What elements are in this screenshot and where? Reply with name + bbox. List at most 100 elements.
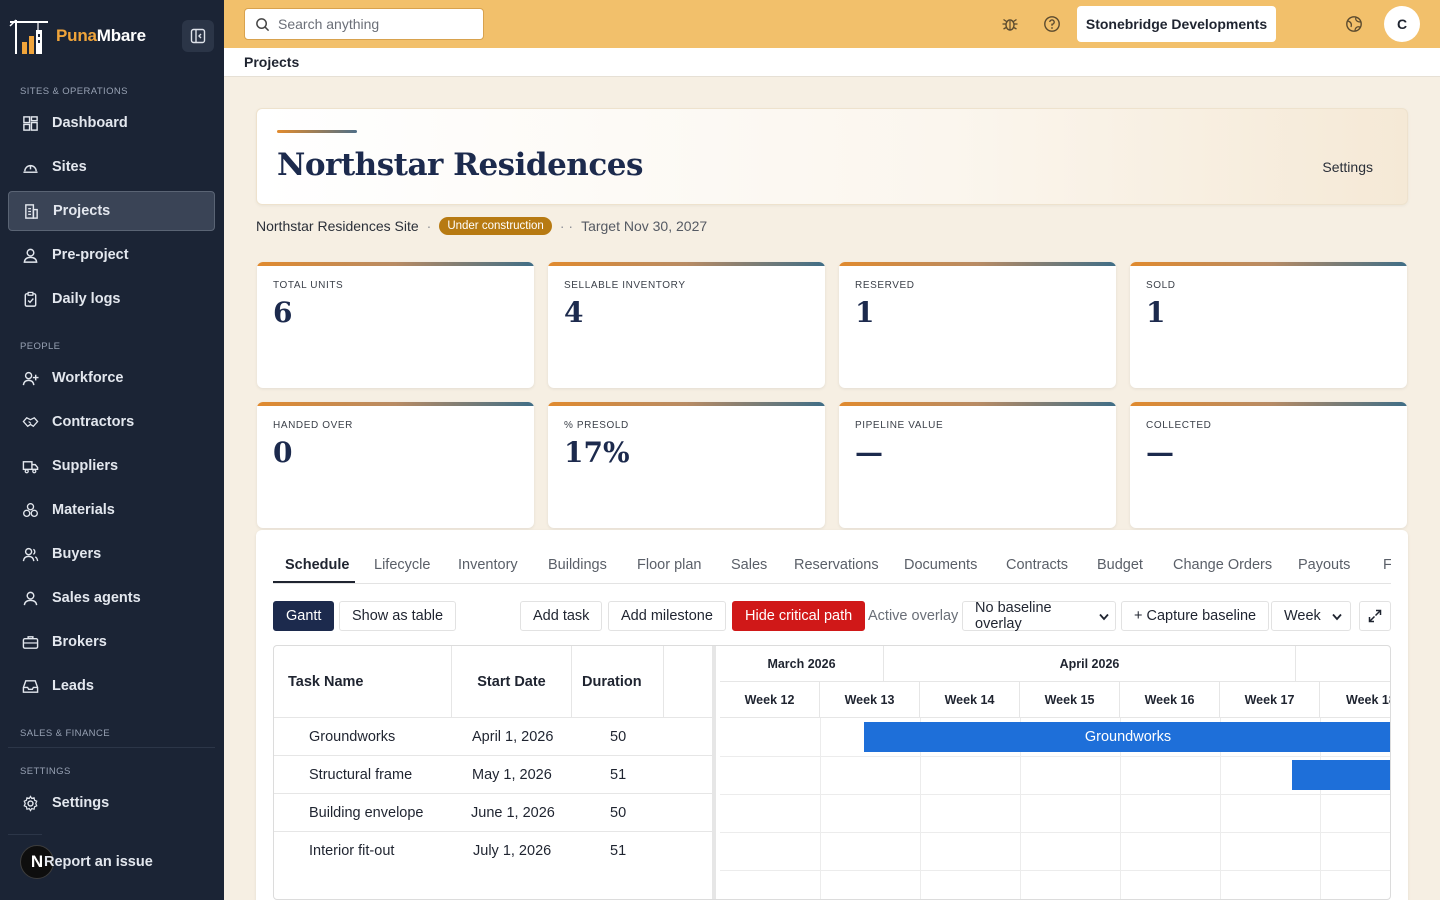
add-milestone-button[interactable]: Add milestone: [608, 601, 726, 631]
stat-value: 1: [1146, 296, 1166, 329]
status-badge: Under construction: [439, 217, 552, 235]
baseline-overlay-select[interactable]: No baseline overlay: [962, 600, 1116, 632]
chevron-down-icon: [1332, 613, 1342, 621]
chevron-down-icon: [1099, 613, 1109, 621]
sidebar-item-label: Sales agents: [52, 590, 141, 606]
search-input[interactable]: Search anything: [244, 8, 484, 40]
sidebar-item-brokers[interactable]: Brokers: [8, 622, 215, 662]
top-bar: Search anything Stonebridge Developments…: [224, 0, 1440, 48]
help-button[interactable]: [1041, 13, 1063, 35]
project-settings-button[interactable]: Settings: [1322, 159, 1373, 175]
month-header: April 2026: [884, 646, 1296, 682]
tab-buildings[interactable]: Buildings: [548, 557, 607, 573]
help-icon: [1044, 16, 1060, 32]
sidebar-item-label: Pre-project: [52, 247, 129, 263]
user-avatar[interactable]: C: [1384, 6, 1420, 42]
sidebar-item-contractors[interactable]: Contractors: [8, 402, 215, 442]
crane-logo-icon: [9, 19, 48, 54]
collapse-sidebar-button[interactable]: [182, 20, 214, 52]
tab-budget[interactable]: Budget: [1097, 557, 1143, 573]
stat-card-sellable-inventory: SELLABLE INVENTORY 4: [548, 262, 825, 388]
week-header: Week 17: [1220, 682, 1320, 718]
app-name-part2: Mbare: [96, 26, 146, 45]
task-name: Groundworks: [309, 729, 396, 745]
gear-icon: [23, 794, 38, 812]
app-name-part1: Puna: [56, 26, 97, 45]
tab-documents[interactable]: Documents: [904, 557, 977, 573]
sidebar-item-sites[interactable]: Sites: [8, 147, 215, 187]
tab-payouts[interactable]: Payouts: [1298, 557, 1350, 573]
app-logo[interactable]: PunaMbare: [8, 16, 146, 56]
gantt-view-button[interactable]: Gantt: [273, 601, 335, 631]
sidebar-divider: [8, 834, 42, 835]
organization-switcher[interactable]: Stonebridge Developments: [1077, 6, 1276, 42]
column-header-start-date[interactable]: Start Date: [452, 646, 572, 718]
stat-label: HANDED OVER: [273, 420, 353, 431]
sidebar-item-workforce[interactable]: Workforce: [8, 358, 215, 398]
breadcrumb: Projects: [224, 48, 1440, 77]
sidebar-item-leads[interactable]: Leads: [8, 666, 215, 706]
breadcrumb-projects[interactable]: Projects: [244, 54, 299, 70]
capture-baseline-button[interactable]: + Capture baseline: [1121, 601, 1270, 631]
sidebar-item-label: Suppliers: [52, 458, 119, 474]
hide-critical-path-button[interactable]: Hide critical path: [732, 601, 866, 631]
sidebar-item-projects[interactable]: Projects: [8, 191, 215, 231]
sidebar-item-materials[interactable]: Materials: [8, 490, 215, 530]
report-issue-button[interactable]: N Report an issue: [20, 845, 153, 879]
grid-line: [720, 794, 1390, 795]
sidebar-item-buyers[interactable]: Buyers: [8, 534, 215, 574]
meta-separator: · ·: [559, 218, 574, 234]
tab-change-orders[interactable]: Change Orders: [1173, 557, 1272, 573]
hero-accent-bar: [277, 130, 357, 133]
stat-card-handed-over: HANDED OVER 0: [257, 402, 534, 528]
sidebar-item-pre-project[interactable]: Pre-project: [8, 235, 215, 275]
meta-separator: ·: [426, 218, 432, 234]
stat-value: 17%: [564, 436, 630, 469]
add-task-button[interactable]: Add task: [520, 601, 603, 631]
bug-report-button[interactable]: [999, 13, 1021, 35]
tab-more[interactable]: Fi: [1383, 557, 1391, 573]
sidebar-item-suppliers[interactable]: Suppliers: [8, 446, 215, 486]
time-scale-select[interactable]: Week: [1271, 601, 1351, 631]
table-row[interactable]: Building envelope June 1, 2026 50: [274, 794, 716, 832]
tab-sales[interactable]: Sales: [731, 557, 767, 573]
sidebar-item-label: Sites: [52, 159, 87, 175]
project-hero: Northstar Residences Settings: [256, 108, 1408, 205]
tab-floor-plan[interactable]: Floor plan: [637, 557, 701, 573]
tab-schedule[interactable]: Schedule: [285, 557, 349, 573]
sidebar-item-dashboard[interactable]: Dashboard: [8, 103, 215, 143]
tab-reservations[interactable]: Reservations: [794, 557, 879, 573]
tab-inventory[interactable]: Inventory: [458, 557, 518, 573]
gantt-bar-structural-frame[interactable]: [1292, 760, 1390, 790]
task-name: Interior fit-out: [309, 843, 395, 859]
week-header: Week 16: [1120, 682, 1220, 718]
task-start: May 1, 2026: [472, 767, 552, 783]
table-row[interactable]: Interior fit-out July 1, 2026 51: [274, 832, 716, 870]
fullscreen-button[interactable]: [1359, 601, 1391, 631]
column-header-task-name[interactable]: Task Name: [274, 646, 452, 718]
show-table-button[interactable]: Show as table: [339, 601, 457, 631]
tab-contracts[interactable]: Contracts: [1006, 557, 1068, 573]
sidebar-toggle-icon: [190, 28, 206, 44]
active-overlay-label: Active overlay: [868, 601, 959, 631]
column-header-duration[interactable]: Duration: [572, 646, 664, 718]
sidebar-item-daily-logs[interactable]: Daily logs: [8, 279, 215, 319]
table-row[interactable]: Structural frame May 1, 2026 51: [274, 756, 716, 794]
section-sites-operations: SITES & OPERATIONS: [20, 86, 128, 97]
sidebar-item-label: Dashboard: [52, 115, 128, 131]
stat-value: —: [1146, 436, 1174, 469]
sidebar-item-sales-agents[interactable]: Sales agents: [8, 578, 215, 618]
stat-card-pipeline-value: PIPELINE VALUE —: [839, 402, 1116, 528]
task-start: July 1, 2026: [473, 843, 552, 859]
users-icon: [22, 547, 39, 561]
table-row[interactable]: Groundworks April 1, 2026 50: [274, 718, 716, 756]
gantt-bar-groundworks[interactable]: Groundworks: [864, 722, 1390, 752]
sidebar-item-settings[interactable]: Settings: [8, 783, 215, 823]
theme-toggle-button[interactable]: [1343, 13, 1365, 35]
tab-lifecycle[interactable]: Lifecycle: [374, 557, 430, 573]
sidebar-item-label: Brokers: [52, 634, 107, 650]
stat-card-collected: COLLECTED —: [1130, 402, 1407, 528]
project-site[interactable]: Northstar Residences Site: [256, 218, 419, 234]
task-start: April 1, 2026: [472, 729, 554, 745]
sidebar-divider: [8, 747, 215, 748]
